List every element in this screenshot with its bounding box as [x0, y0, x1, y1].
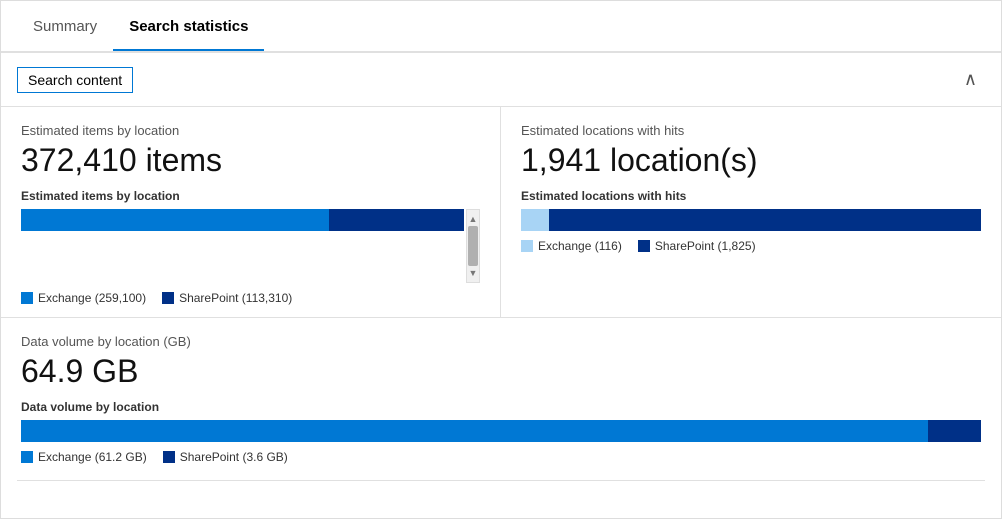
section-label[interactable]: Search content: [17, 67, 133, 93]
tab-summary[interactable]: Summary: [17, 4, 113, 51]
legend-sharepoint-items: SharePoint (113,310): [162, 291, 292, 305]
legend-label-exchange-locations: Exchange (116): [538, 239, 622, 253]
estimated-locations-bar-area: [521, 209, 981, 231]
data-volume-section: Data volume by location (GB) 64.9 GB Dat…: [1, 318, 1001, 480]
legend-exchange-locations: Exchange (116): [521, 239, 622, 253]
legend-dot-exchange-volume: [21, 451, 33, 463]
estimated-locations-bar-label: Estimated locations with hits: [521, 189, 981, 203]
estimated-locations-bar-track: [521, 209, 981, 231]
data-volume-exchange-bar: [21, 420, 928, 442]
estimated-locations-value: 1,941 location(s): [521, 142, 981, 179]
estimated-items-exchange-bar: [21, 209, 329, 231]
estimated-items-sharepoint-bar: [329, 209, 464, 231]
stats-grid: Estimated items by location 372,410 item…: [1, 107, 1001, 318]
legend-dot-exchange-items: [21, 292, 33, 304]
bottom-divider: [17, 480, 985, 481]
legend-label-sharepoint-volume: SharePoint (3.6 GB): [180, 450, 288, 464]
estimated-items-block: Estimated items by location 372,410 item…: [1, 107, 501, 317]
legend-dot-exchange-locations: [521, 240, 533, 252]
data-volume-label: Data volume by location (GB): [21, 334, 981, 349]
tab-search-statistics[interactable]: Search statistics: [113, 4, 264, 51]
legend-label-exchange-items: Exchange (259,100): [38, 291, 146, 305]
legend-label-exchange-volume: Exchange (61.2 GB): [38, 450, 147, 464]
estimated-locations-block: Estimated locations with hits 1,941 loca…: [501, 107, 1001, 317]
legend-sharepoint-locations: SharePoint (1,825): [638, 239, 756, 253]
data-volume-value: 64.9 GB: [21, 353, 981, 390]
legend-dot-sharepoint-locations: [638, 240, 650, 252]
section-header: Search content ∧: [1, 53, 1001, 107]
estimated-items-bar-track: [21, 209, 464, 231]
estimated-locations-exchange-bar: [521, 209, 549, 231]
estimated-locations-legend: Exchange (116) SharePoint (1,825): [521, 239, 981, 253]
data-volume-bar-label: Data volume by location: [21, 400, 981, 414]
legend-label-sharepoint-locations: SharePoint (1,825): [655, 239, 756, 253]
collapse-button[interactable]: ∧: [956, 65, 985, 94]
main-container: Summary Search statistics Search content…: [0, 0, 1002, 519]
estimated-locations-label: Estimated locations with hits: [521, 123, 981, 138]
estimated-items-bar-label: Estimated items by location: [21, 189, 480, 203]
estimated-items-bar-wrapper: ▲ ▼: [21, 209, 480, 283]
legend-dot-sharepoint-items: [162, 292, 174, 304]
estimated-items-value: 372,410 items: [21, 142, 480, 179]
legend-sharepoint-volume: SharePoint (3.6 GB): [163, 450, 288, 464]
data-volume-sharepoint-bar: [928, 420, 981, 442]
data-volume-legend: Exchange (61.2 GB) SharePoint (3.6 GB): [21, 450, 981, 464]
estimated-items-bar-area: [21, 209, 464, 283]
scroll-up-arrow[interactable]: ▲: [469, 212, 478, 226]
legend-label-sharepoint-items: SharePoint (113,310): [179, 291, 292, 305]
legend-exchange-volume: Exchange (61.2 GB): [21, 450, 147, 464]
legend-dot-sharepoint-volume: [163, 451, 175, 463]
estimated-items-legend: Exchange (259,100) SharePoint (113,310): [21, 291, 480, 305]
tabs-bar: Summary Search statistics: [1, 1, 1001, 53]
legend-exchange-items: Exchange (259,100): [21, 291, 146, 305]
scroll-down-arrow[interactable]: ▼: [469, 266, 478, 280]
scroll-thumb[interactable]: [468, 226, 478, 266]
data-volume-bar-track: [21, 420, 981, 442]
items-scrollbar[interactable]: ▲ ▼: [466, 209, 480, 283]
estimated-locations-sharepoint-bar: [549, 209, 981, 231]
estimated-items-label: Estimated items by location: [21, 123, 480, 138]
estimated-locations-bar-wrapper: [521, 209, 981, 231]
